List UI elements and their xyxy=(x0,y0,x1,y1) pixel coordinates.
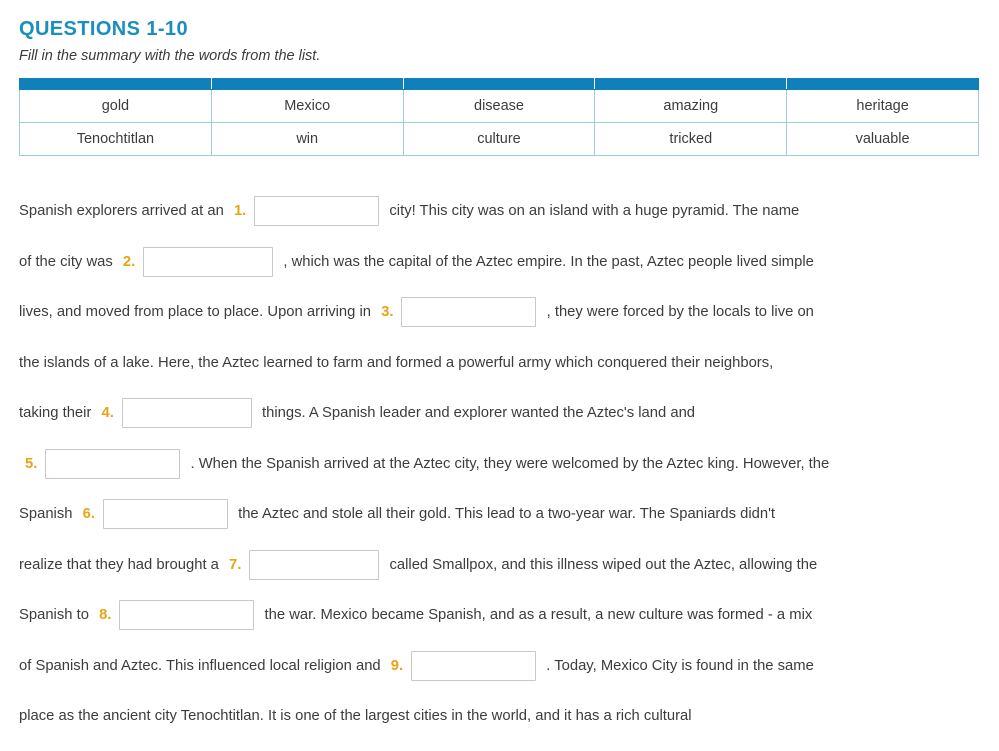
passage-text: , which was the capital of the Aztec emp… xyxy=(283,253,814,270)
word-bank-word[interactable]: tricked xyxy=(594,122,788,156)
word-bank-word[interactable]: heritage xyxy=(786,89,979,123)
answer-input[interactable] xyxy=(45,448,181,479)
word-bank-word[interactable]: Tenochtitlan xyxy=(19,122,212,156)
word-bank-table: gold Mexico disease amazing heritage Tenochti… xyxy=(19,78,979,156)
word-bank-header-cell xyxy=(402,78,596,90)
passage-line: place as the ancient city Tenochtitlan. … xyxy=(19,691,981,742)
worksheet-page: QUESTIONS 1-10 Fill in the summary with … xyxy=(0,0,999,751)
passage-text: . Today, Mexico City is found in the sam… xyxy=(546,657,814,674)
passage-text: realize that they had brought a xyxy=(19,556,219,573)
answer-input[interactable] xyxy=(121,398,252,429)
passage-text: the Aztec and stole all their gold. This… xyxy=(238,506,775,522)
word-bank-word[interactable]: gold xyxy=(19,89,212,123)
passage-text: Spanish explorers arrived at an xyxy=(19,203,224,219)
word-bank-header-cell xyxy=(210,78,404,90)
passage-text: lives, and moved from place to place. Up… xyxy=(19,304,372,320)
word-bank-header xyxy=(19,78,979,90)
answer-input[interactable] xyxy=(254,196,380,227)
word-bank-word[interactable]: amazing xyxy=(594,89,788,123)
answer-input[interactable] xyxy=(143,246,274,277)
answer-input[interactable] xyxy=(102,499,228,530)
word-bank-word[interactable]: win xyxy=(210,122,404,156)
word-bank-row: gold Mexico disease amazing heritage xyxy=(19,89,979,123)
passage-text: taking their xyxy=(19,405,92,421)
summary-passage: Spanish explorers arrived at an 1. city!… xyxy=(19,186,981,751)
passage-text: place as the ancient city Tenochtitlan. … xyxy=(19,708,692,724)
question-number: 4. xyxy=(101,405,114,421)
word-bank-word[interactable]: valuable xyxy=(786,122,979,156)
question-number: 6. xyxy=(82,506,95,522)
answer-input[interactable] xyxy=(411,650,537,681)
passage-text: of the city was xyxy=(19,253,113,270)
question-number: 7. xyxy=(229,556,242,573)
word-bank-header-cell xyxy=(786,78,979,90)
word-bank-row: Tenochtitlan win culture tricked valuable xyxy=(19,122,979,156)
passage-line: of Spanish and Aztec. This influenced lo… xyxy=(19,641,981,692)
passage-line: Spanish 6. the Aztec and stole all their… xyxy=(19,489,981,540)
question-number: 9. xyxy=(390,657,404,674)
word-bank-word[interactable]: Mexico xyxy=(210,89,404,123)
passage-text: city! This city was on an island with a … xyxy=(389,203,800,219)
word-bank-header-cell xyxy=(19,78,212,90)
passage-line: Spanish explorers arrived at an 1. city!… xyxy=(19,186,981,237)
passage-line xyxy=(19,742,981,751)
passage-line: lives, and moved from place to place. Up… xyxy=(19,287,981,338)
passage-text: the islands of a lake. Here, the Aztec l… xyxy=(19,354,774,371)
question-number: 5. xyxy=(25,455,38,472)
passage-text: things. A Spanish leader and explorer wa… xyxy=(261,405,696,421)
passage-text: Spanish to xyxy=(19,607,89,623)
passage-text: Spanish xyxy=(19,506,73,522)
answer-input[interactable] xyxy=(249,549,380,580)
answer-input[interactable] xyxy=(401,297,537,328)
question-number: 2. xyxy=(122,253,136,270)
passage-line: the islands of a lake. Here, the Aztec l… xyxy=(19,338,981,389)
passage-text: , they were forced by the locals to live… xyxy=(546,304,814,320)
passage-line: of the city was 2. , which was the capit… xyxy=(19,237,981,288)
page-title: QUESTIONS 1-10 xyxy=(19,18,188,40)
word-bank-header-row xyxy=(19,78,979,90)
passage-text: the war. Mexico became Spanish, and as a… xyxy=(264,607,813,623)
passage-line: Spanish to 8. the war. Mexico became Spa… xyxy=(19,590,981,641)
question-number: 3. xyxy=(381,304,394,320)
passage-line: taking their 4. things. A Spanish leader… xyxy=(19,388,981,439)
passage-text: of Spanish and Aztec. This influenced lo… xyxy=(19,657,381,674)
word-bank-word[interactable]: disease xyxy=(402,89,596,123)
word-bank-word[interactable]: culture xyxy=(402,122,596,156)
question-number: 1. xyxy=(233,203,247,219)
passage-text: called Smallpox, and this illness wiped … xyxy=(389,556,818,573)
word-bank-body: gold Mexico disease amazing heritage Tenochti… xyxy=(19,89,979,156)
question-number: 8. xyxy=(99,607,112,623)
word-bank-header-cell xyxy=(594,78,788,90)
passage-line: 5. . When the Spanish arrived at the Azt… xyxy=(19,439,981,490)
answer-input[interactable] xyxy=(119,600,255,631)
passage-line: realize that they had brought a 7. calle… xyxy=(19,540,981,591)
passage-text: . When the Spanish arrived at the Aztec … xyxy=(190,455,830,472)
instruction-text: Fill in the summary with the words from … xyxy=(19,48,321,64)
